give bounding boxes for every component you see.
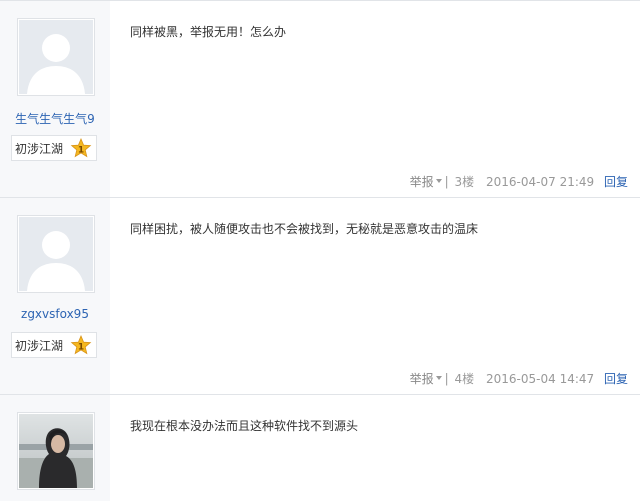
post-content: 同样被黑，举报无用！怎么办 — [130, 25, 287, 39]
post-meta: 举报 | 4楼 2016-05-04 14:47 回复 — [410, 370, 628, 387]
user-sidebar: 生气生气生气9 初涉江湖 1 — [0, 1, 110, 198]
chevron-down-icon[interactable] — [435, 375, 442, 380]
post-floor-5: 我现在根本没办法而且这种软件找不到源头 — [0, 395, 640, 501]
medal-icon: 1 — [70, 138, 92, 158]
meta-separator: | — [444, 371, 449, 386]
post-content: 同样困扰，被人随便攻击也不会被找到，无秘就是恶意攻击的温床 — [130, 222, 479, 236]
post-time: 2016-04-07 21:49 — [486, 174, 595, 189]
floor-number: 3楼 — [454, 175, 475, 189]
report-link[interactable]: 举报 — [410, 372, 434, 386]
level-label: 初涉江湖 — [15, 339, 64, 353]
chevron-down-icon[interactable] — [435, 178, 442, 183]
username-link[interactable]: 生气生气生气9 — [0, 110, 110, 127]
avatar[interactable] — [17, 215, 95, 293]
level-badge: 初涉江湖 1 — [11, 135, 97, 161]
meta-separator: | — [444, 174, 449, 189]
user-sidebar: zgxvsfox95 初涉江湖 1 — [0, 198, 110, 395]
post-content: 我现在根本没办法而且这种软件找不到源头 — [130, 419, 359, 433]
level-label: 初涉江湖 — [15, 142, 64, 156]
medal-icon: 1 — [70, 335, 92, 355]
reply-button[interactable]: 回复 — [604, 175, 628, 189]
reply-button[interactable]: 回复 — [604, 372, 628, 386]
default-avatar-icon — [19, 20, 93, 94]
avatar[interactable] — [17, 18, 95, 96]
floor-number: 4楼 — [454, 372, 475, 386]
post-meta: 举报 | 3楼 2016-04-07 21:49 回复 — [410, 173, 628, 190]
level-badge: 初涉江湖 1 — [11, 332, 97, 358]
medal-level-number: 1 — [78, 343, 84, 353]
report-link[interactable]: 举报 — [410, 175, 434, 189]
photo-avatar-icon — [19, 414, 93, 488]
medal-level-number: 1 — [78, 146, 84, 156]
post-time: 2016-05-04 14:47 — [486, 371, 595, 386]
username-link[interactable]: zgxvsfox95 — [0, 307, 110, 321]
default-avatar-icon — [19, 217, 93, 291]
post-floor-3: 生气生气生气9 初涉江湖 1 同样被黑，举报无用！怎么办 举报 | 3楼 2016… — [0, 1, 640, 198]
avatar[interactable] — [17, 412, 95, 490]
post-floor-4: zgxvsfox95 初涉江湖 1 同样困扰，被人随便攻击也不会被找到，无秘就是… — [0, 198, 640, 395]
user-sidebar — [0, 395, 110, 501]
